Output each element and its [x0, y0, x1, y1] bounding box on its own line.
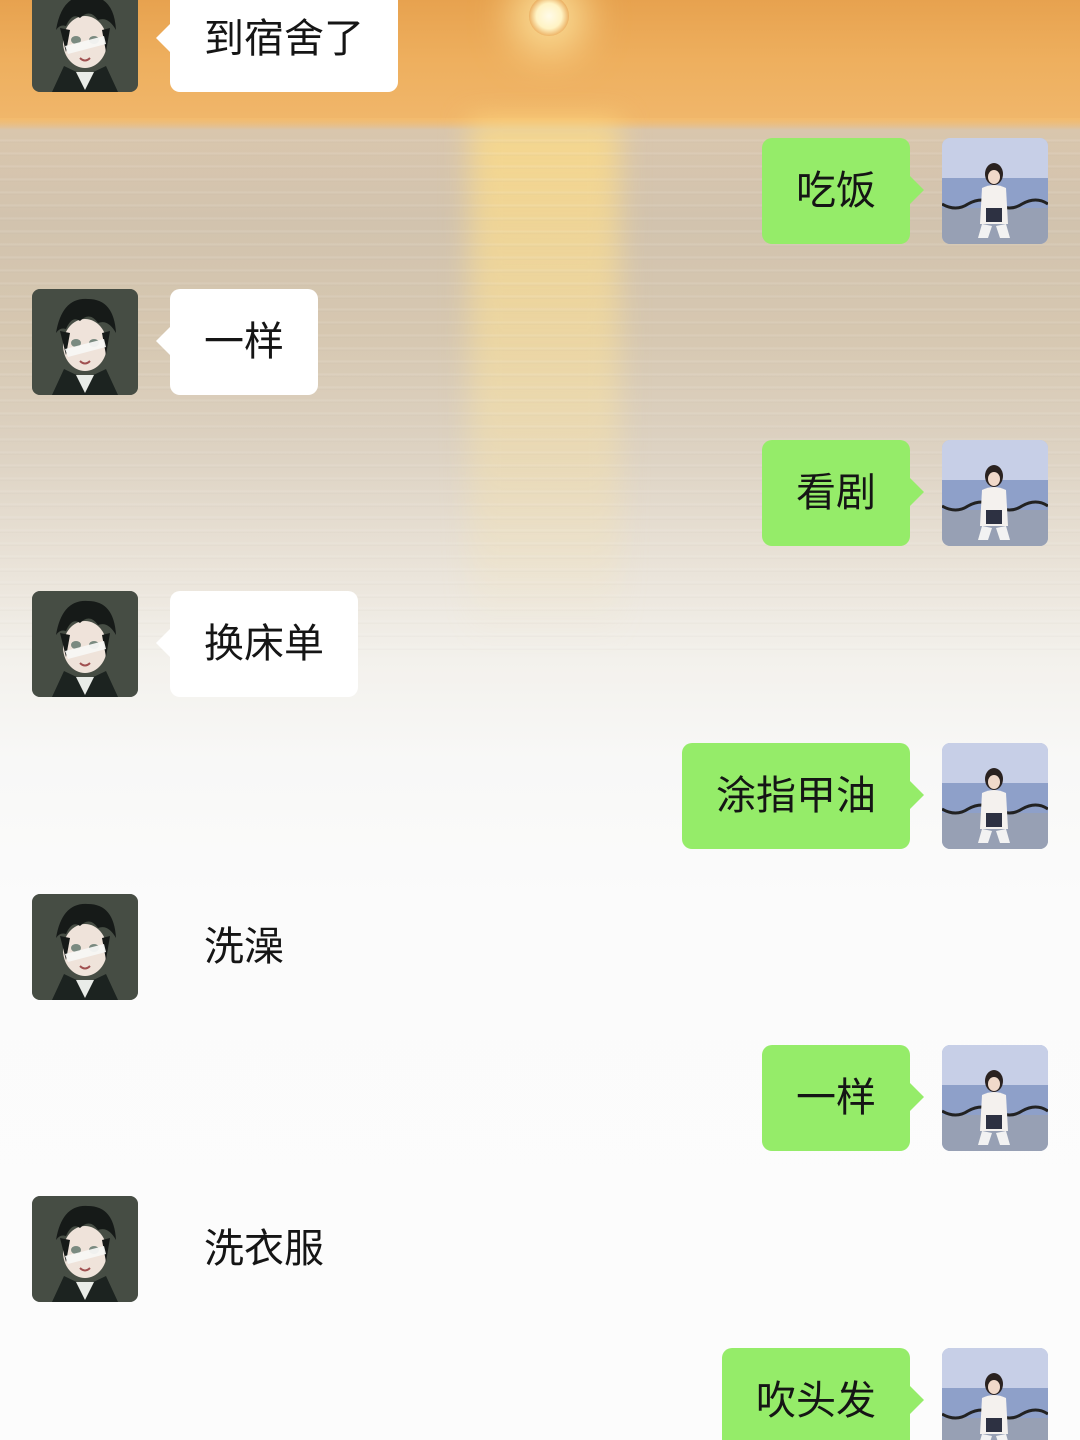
anime-boy-avatar[interactable]	[32, 894, 138, 1000]
message-bubble[interactable]: 洗澡	[170, 894, 318, 1000]
message-bubble[interactable]: 换床单	[156, 591, 358, 697]
message-bubble[interactable]: 涂指甲油	[682, 743, 924, 849]
message-row: 吹头发	[0, 1348, 1080, 1440]
girl-photo-avatar[interactable]	[942, 743, 1048, 849]
girl-photo-avatar[interactable]	[942, 1045, 1048, 1151]
message-bubble[interactable]: 看剧	[762, 440, 924, 546]
message-bubble[interactable]: 到宿舍了	[156, 0, 398, 92]
chat-screen: 到宿舍了 吃饭 一样 看剧 换床单 涂指甲油 洗澡 一样 洗衣服 吹头发	[0, 0, 1080, 1440]
anime-boy-avatar[interactable]	[32, 0, 138, 92]
anime-boy-avatar[interactable]	[32, 591, 138, 697]
message-row: 洗衣服	[0, 1196, 1080, 1302]
message-bubble[interactable]: 一样	[156, 289, 318, 395]
message-row: 一样	[0, 1045, 1080, 1151]
message-bubble[interactable]: 吃饭	[762, 138, 924, 244]
message-row: 洗澡	[0, 894, 1080, 1000]
girl-photo-avatar[interactable]	[942, 440, 1048, 546]
message-row: 吃饭	[0, 138, 1080, 244]
girl-photo-avatar[interactable]	[942, 1348, 1048, 1440]
message-row: 到宿舍了	[0, 0, 1080, 92]
girl-photo-avatar[interactable]	[942, 138, 1048, 244]
message-row: 一样	[0, 289, 1080, 395]
anime-boy-avatar[interactable]	[32, 289, 138, 395]
message-row: 看剧	[0, 440, 1080, 546]
anime-boy-avatar[interactable]	[32, 1196, 138, 1302]
message-bubble[interactable]: 一样	[762, 1045, 924, 1151]
message-bubble[interactable]: 吹头发	[722, 1348, 924, 1440]
message-row: 换床单	[0, 591, 1080, 697]
message-row: 涂指甲油	[0, 743, 1080, 849]
message-bubble[interactable]: 洗衣服	[170, 1196, 358, 1302]
